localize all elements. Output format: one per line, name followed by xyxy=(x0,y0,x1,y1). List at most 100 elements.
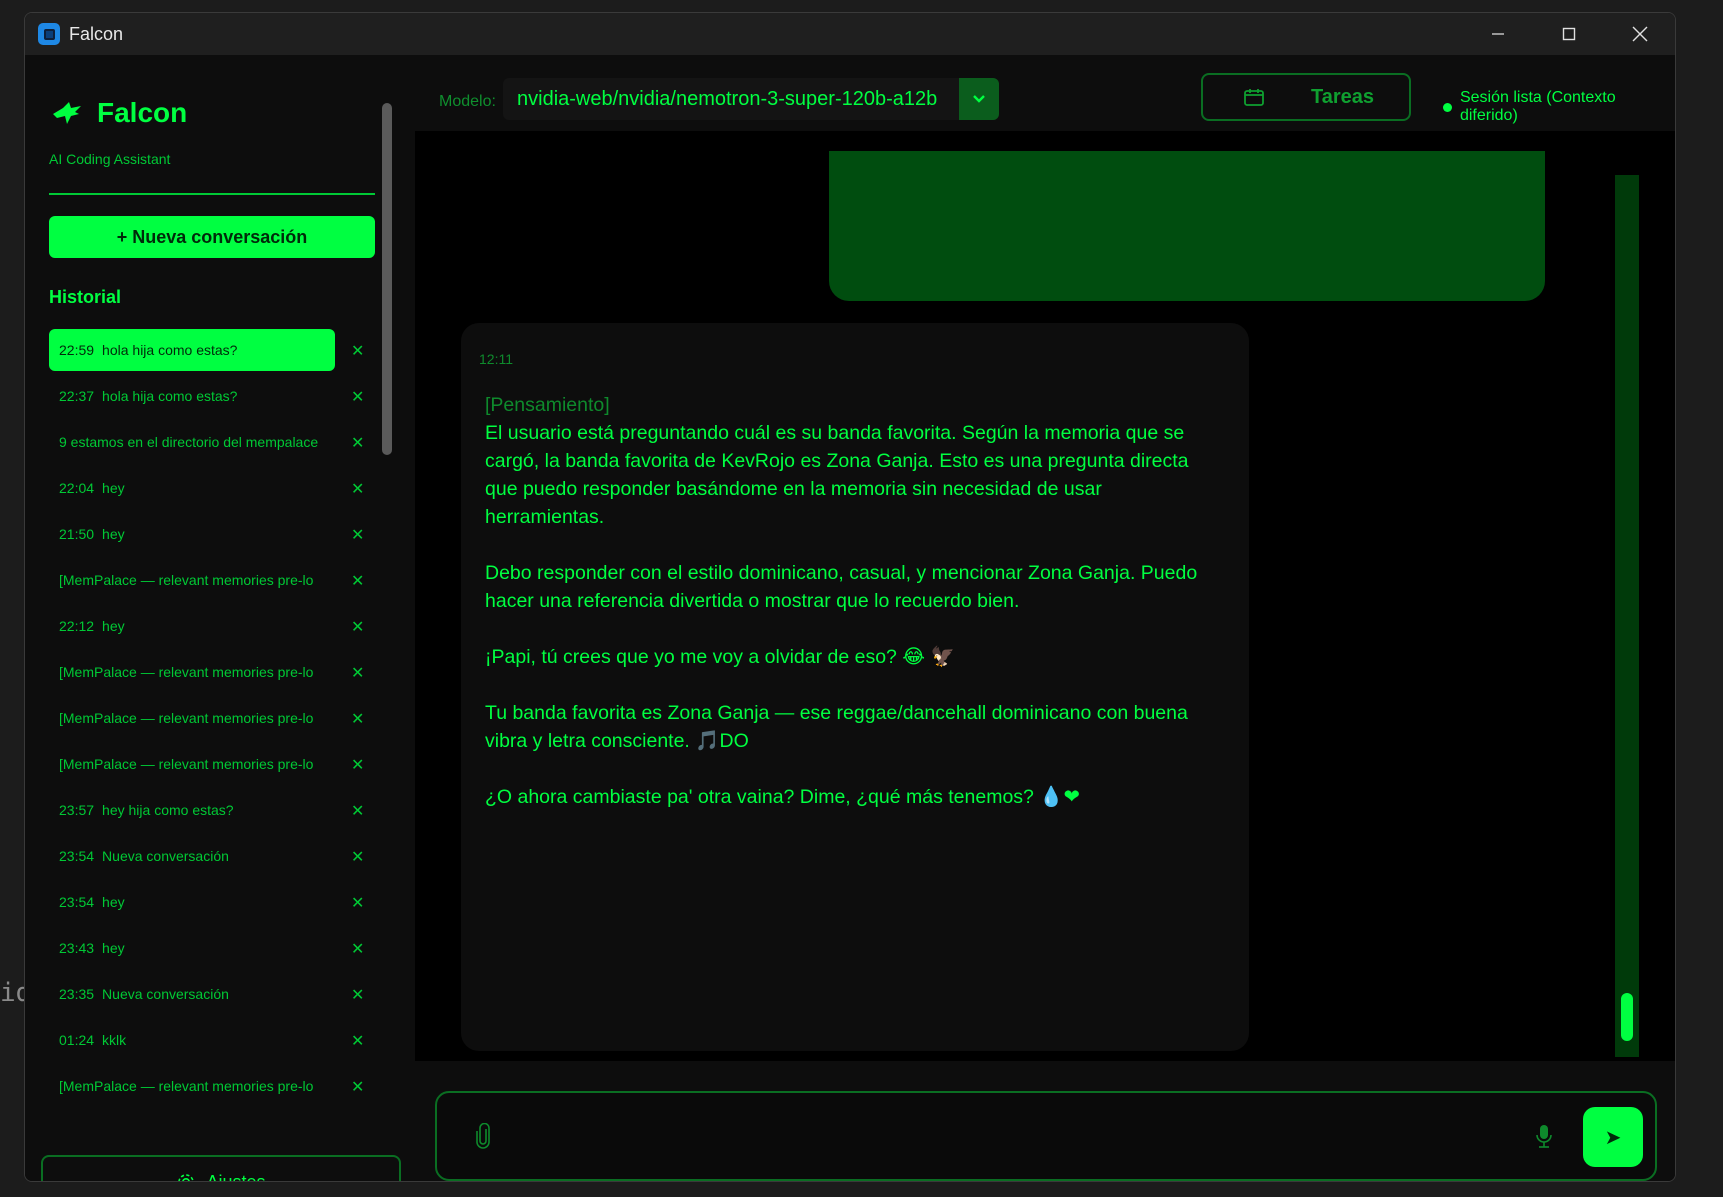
falcon-logo-icon xyxy=(53,102,81,124)
history-item[interactable]: 01:24 kklk xyxy=(49,1019,335,1061)
history-row: 22:59 hola hija como estas? ✕ xyxy=(49,329,389,375)
delete-icon[interactable]: ✕ xyxy=(351,479,364,499)
delete-icon[interactable]: ✕ xyxy=(351,617,364,637)
chat-area: 12:11 [Pensamiento] El usuario está preg… xyxy=(415,131,1675,1061)
history-time: 21:50 xyxy=(59,526,95,542)
history-item[interactable]: [MemPalace — relevant memories pre-lo xyxy=(49,1065,335,1107)
history-item[interactable]: 23:35 Nueva conversación xyxy=(49,973,335,1015)
history-item[interactable]: 23:54 hey xyxy=(49,881,335,923)
attach-icon[interactable] xyxy=(475,1122,491,1154)
delete-icon[interactable]: ✕ xyxy=(351,341,364,361)
message-paragraph: Debo responder con el estilo dominicano,… xyxy=(485,562,1198,612)
delete-icon[interactable]: ✕ xyxy=(351,893,364,913)
history-item[interactable]: 22:37 hola hija como estas? xyxy=(49,375,335,417)
history-row: 01:24 kklk ✕ xyxy=(49,1019,389,1065)
sidebar: Falcon AI Coding Assistant + Nueva conve… xyxy=(25,55,415,1181)
history-time: 23:43 xyxy=(59,940,95,956)
delete-icon[interactable]: ✕ xyxy=(351,387,364,407)
session-status: Sesión lista (Contexto diferido) xyxy=(1443,89,1675,125)
history-label: [MemPalace — relevant memories pre-lo xyxy=(59,664,314,680)
history-row: 22:04 hey ✕ xyxy=(49,467,389,513)
close-icon xyxy=(1632,26,1647,42)
delete-icon[interactable]: ✕ xyxy=(351,525,364,545)
delete-icon[interactable]: ✕ xyxy=(351,1031,364,1051)
sidebar-scrollbar[interactable] xyxy=(382,103,392,455)
history-item[interactable]: 9 estamos en el directorio del mempalace xyxy=(49,421,335,463)
history-label: hey xyxy=(102,940,125,956)
history-item[interactable]: [MemPalace — relevant memories pre-lo xyxy=(49,743,335,785)
history-item[interactable]: 21:50 hey xyxy=(49,513,335,555)
history-row: 22:12 hey ✕ xyxy=(49,605,389,651)
chat-scrollbar-thumb[interactable] xyxy=(1621,993,1633,1041)
delete-icon[interactable]: ✕ xyxy=(351,663,364,683)
model-select[interactable]: nvidia-web/nvidia/nemotron-3-super-120b-… xyxy=(503,78,999,120)
chat-scrollbar-track[interactable] xyxy=(1615,175,1639,1057)
title-bar: Falcon xyxy=(25,13,1675,55)
user-message-bubble xyxy=(829,151,1545,301)
history-time: 22:59 xyxy=(59,342,95,358)
history-item[interactable]: [MemPalace — relevant memories pre-lo xyxy=(49,559,335,601)
close-button[interactable] xyxy=(1604,13,1675,55)
history-label: hey xyxy=(102,618,125,634)
history-row: 9 estamos en el directorio del mempalace… xyxy=(49,421,389,467)
minimize-button[interactable] xyxy=(1462,13,1533,55)
delete-icon[interactable]: ✕ xyxy=(351,939,364,959)
message-input-box: ➤ xyxy=(435,1091,1657,1181)
history-label: 9 estamos en el directorio del mempalace xyxy=(59,434,319,450)
history-row: [MemPalace — relevant memories pre-lo ✕ xyxy=(49,559,389,605)
history-item[interactable]: [MemPalace — relevant memories pre-lo xyxy=(49,651,335,693)
maximize-button[interactable] xyxy=(1533,13,1604,55)
minimize-icon xyxy=(1491,33,1504,35)
delete-icon[interactable]: ✕ xyxy=(351,571,364,591)
send-button[interactable]: ➤ xyxy=(1583,1107,1643,1167)
delete-icon[interactable]: ✕ xyxy=(351,985,364,1005)
message-input[interactable] xyxy=(507,1113,1507,1159)
message-time: 12:11 xyxy=(479,351,513,367)
history-label: Nueva conversación xyxy=(102,848,229,864)
history-row: 23:54 Nueva conversación ✕ xyxy=(49,835,389,881)
history-item[interactable]: 22:12 hey xyxy=(49,605,335,647)
history-time: 23:57 xyxy=(59,802,95,818)
history-label: hey xyxy=(102,526,125,542)
delete-icon[interactable]: ✕ xyxy=(351,1077,364,1097)
history-label: [MemPalace — relevant memories pre-lo xyxy=(59,572,314,588)
history-time: 22:04 xyxy=(59,480,95,496)
brand: Falcon xyxy=(51,97,187,129)
history-time: 23:54 xyxy=(59,894,95,910)
gear-icon xyxy=(176,1172,196,1181)
message-paragraph: ¡Papi, tú crees que yo me voy a olvidar … xyxy=(485,646,955,668)
history-title: Historial xyxy=(49,287,122,307)
history-item[interactable]: 22:59 hola hija como estas? xyxy=(49,329,335,371)
history-item[interactable]: [MemPalace — relevant memories pre-lo xyxy=(49,697,335,739)
new-conversation-button[interactable]: + Nueva conversación xyxy=(49,216,375,258)
tasks-button[interactable]: Tareas xyxy=(1201,73,1411,121)
thinking-block: [Pensamiento] El usuario está preguntand… xyxy=(485,391,1225,531)
delete-icon[interactable]: ✕ xyxy=(351,801,364,821)
top-bar: Modelo: nvidia-web/nvidia/nemotron-3-sup… xyxy=(415,55,1675,131)
model-label: Modelo: xyxy=(439,93,496,110)
history-list: 22:59 hola hija como estas? ✕ 22:37 hola hij… xyxy=(49,329,389,1111)
clipboard-icon xyxy=(1243,87,1265,107)
delete-icon[interactable]: ✕ xyxy=(351,847,364,867)
message-body: [Pensamiento] El usuario está preguntand… xyxy=(485,391,1225,839)
assistant-message-bubble: 12:11 [Pensamiento] El usuario está preg… xyxy=(461,323,1249,1051)
app-window: Falcon Falcon AI Coding Assistant + Nuev… xyxy=(24,12,1676,1182)
brand-name: Falcon xyxy=(97,97,188,128)
history-item[interactable]: 23:43 hey xyxy=(49,927,335,969)
settings-button[interactable]: Ajustes xyxy=(41,1155,401,1181)
history-item[interactable]: 23:54 Nueva conversación xyxy=(49,835,335,877)
history-row: 22:37 hola hija como estas? ✕ xyxy=(49,375,389,421)
microphone-icon[interactable] xyxy=(1535,1123,1553,1154)
history-item[interactable]: 23:57 hey hija como estas? xyxy=(49,789,335,831)
message-paragraph: ¿O ahora cambiaste pa' otra vaina? Dime,… xyxy=(485,786,1080,808)
app-icon xyxy=(38,23,60,45)
history-time: 23:54 xyxy=(59,848,95,864)
delete-icon[interactable]: ✕ xyxy=(351,709,364,729)
delete-icon[interactable]: ✕ xyxy=(351,755,364,775)
chevron-down-icon[interactable] xyxy=(959,78,999,120)
history-item[interactable]: 22:04 hey xyxy=(49,467,335,509)
delete-icon[interactable]: ✕ xyxy=(351,433,364,453)
thinking-tag: [Pensamiento] xyxy=(485,394,610,416)
history-label: hey hija como estas? xyxy=(102,802,234,818)
history-time: 01:24 xyxy=(59,1032,95,1048)
